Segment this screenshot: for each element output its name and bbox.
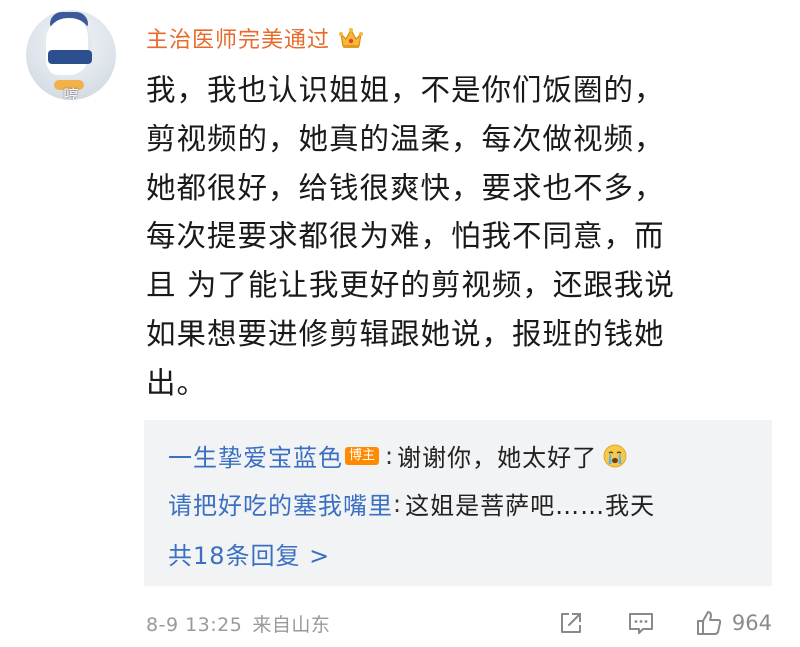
like-count: 964 [731,611,772,635]
reply-text: 谢谢你，她太好了 [397,444,598,472]
reply-text: 这姐是菩萨吧……我天 [405,492,656,520]
avatar-caption: 哼 [63,86,79,100]
crown-icon [339,28,364,48]
reply-username[interactable]: 一生挚爱宝蓝色 [168,438,343,473]
avatar[interactable]: 哼 [26,10,116,100]
timestamp: 8-9 13:25 [146,613,243,636]
comment-meta: 8-9 13:25 来自山东 [146,610,330,637]
avatar-duck [46,18,92,78]
reply-item[interactable]: 一生挚爱宝蓝色 博主 : 谢谢你，她太好了 [168,438,627,473]
blogger-badge: 博主 [345,446,380,465]
comment-text: 我，我也认识姐姐，不是你们饭圈的， 剪视频的，她真的温柔，每次做视频， 她都很好… [146,66,770,408]
avatar-shirt [48,50,92,64]
comment-text-line: 且 为了能让我更好的剪视频，还跟我说 [146,268,675,303]
comment-header: 主治医师完美通过 [146,22,364,54]
reply-preview-box[interactable]: 一生挚爱宝蓝色 博主 : 谢谢你，她太好了 请把好吃的塞我嘴里 : 这姐是菩萨吧… [144,420,772,586]
share-icon[interactable] [556,608,586,638]
comment-text-line: 出。 [146,365,208,400]
comment-actions: 964 [556,608,772,638]
like-icon[interactable] [694,608,724,638]
comment-text-line: 如果想要进修剪辑跟她说，报班的钱她 [146,316,665,351]
comment-icon[interactable] [626,608,656,638]
reply-separator: : [393,489,402,518]
post-source: 来自山东 [252,613,331,636]
comment-text-line: 每次提要求都很为难，怕我不同意，而 [146,219,665,254]
reply-item[interactable]: 请把好吃的塞我嘴里 : 这姐是菩萨吧……我天 [168,486,655,521]
comment-text-line: 她都很好，给钱很爽快，要求也不多， [146,170,665,205]
comment-text-line: 我，我也认识姐姐，不是你们饭圈的， [146,73,665,107]
comment-username[interactable]: 主治医师完美通过 [146,22,330,54]
crying-face-icon [603,444,627,467]
more-replies-link[interactable]: 共18条回复 > [168,536,330,571]
more-replies-row[interactable]: 共18条回复 > [168,536,330,571]
comment-footer: 8-9 13:25 来自山东 964 [146,608,772,638]
reply-username[interactable]: 请把好吃的塞我嘴里 [168,486,393,521]
comment-text-line: 剪视频的，她真的温柔，每次做视频， [146,121,665,156]
reply-separator: : [385,441,394,470]
